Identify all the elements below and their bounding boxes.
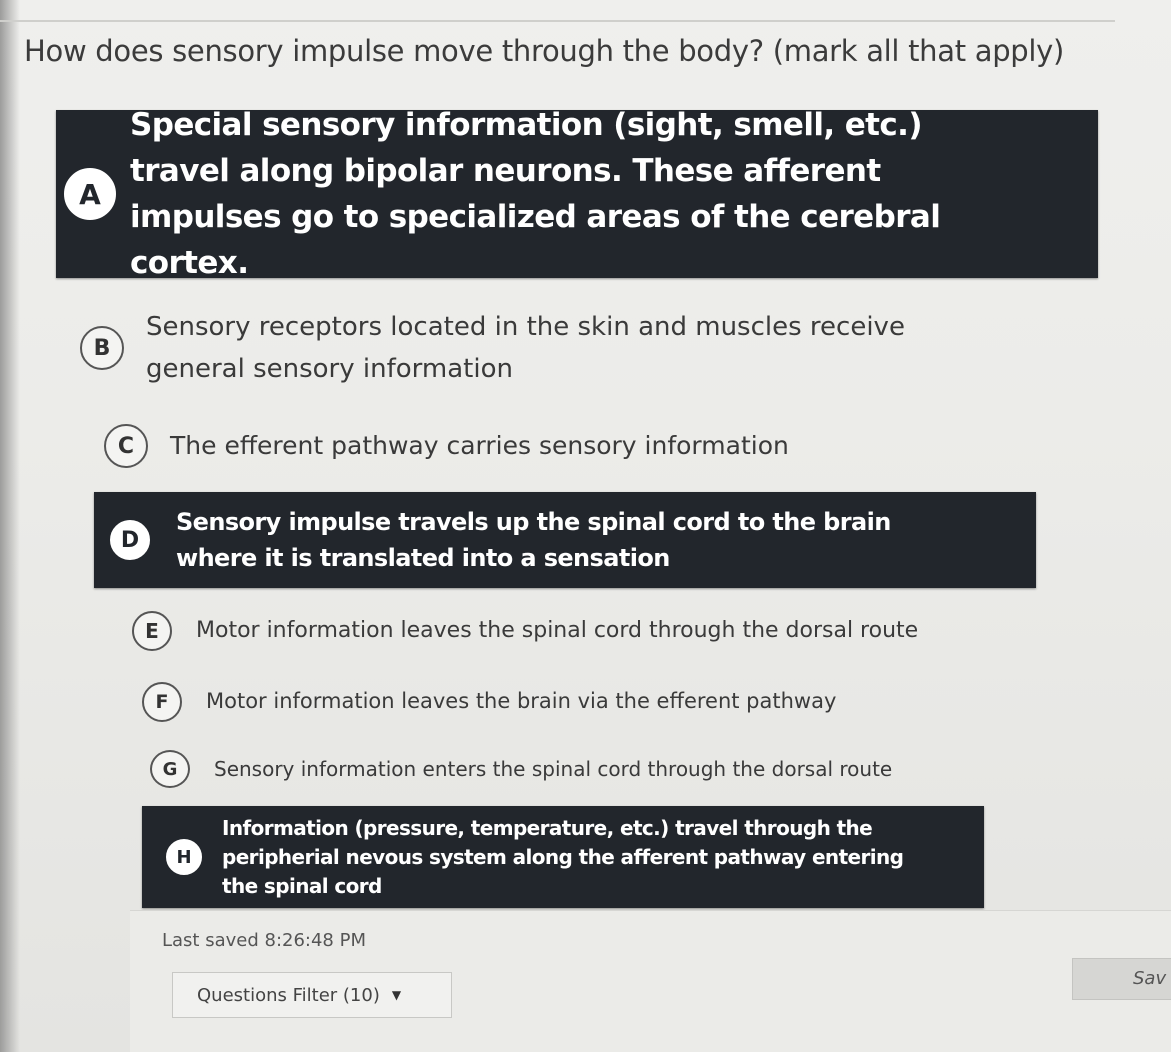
option-h[interactable]: H Information (pressure, temperature, et… bbox=[142, 806, 984, 908]
option-g-text: Sensory information enters the spinal co… bbox=[214, 756, 893, 781]
option-c[interactable]: C The efferent pathway carries sensory i… bbox=[104, 418, 1024, 474]
option-f-letter: F bbox=[142, 682, 182, 722]
option-c-letter: C bbox=[104, 424, 148, 468]
option-f-text: Motor information leaves the brain via t… bbox=[206, 689, 837, 714]
question-text: How does sensory impulse move through th… bbox=[24, 34, 1065, 68]
quiz-screen: How does sensory impulse move through th… bbox=[0, 0, 1171, 1052]
option-e-text: Motor information leaves the spinal cord… bbox=[196, 618, 919, 644]
option-b-letter: B bbox=[80, 326, 124, 370]
option-a[interactable]: A Special sensory information (sight, sm… bbox=[56, 107, 1098, 281]
option-g[interactable]: G Sensory information enters the spinal … bbox=[150, 746, 1000, 792]
option-e[interactable]: E Motor information leaves the spinal co… bbox=[132, 606, 1012, 656]
option-d-letter: D bbox=[110, 520, 150, 560]
questions-filter-label: Questions Filter (10) bbox=[197, 984, 380, 1006]
option-a-text: Special sensory information (sight, smel… bbox=[130, 107, 941, 281]
questions-filter-button[interactable]: Questions Filter (10) ▼ bbox=[172, 972, 452, 1018]
option-e-letter: E bbox=[132, 611, 172, 651]
option-b[interactable]: B Sensory receptors located in the skin … bbox=[80, 300, 1040, 396]
last-saved-text: Last saved 8:26:48 PM bbox=[162, 930, 366, 951]
caret-down-icon: ▼ bbox=[391, 988, 402, 1002]
save-button[interactable]: Sav bbox=[1072, 958, 1171, 1000]
option-c-text: The efferent pathway carries sensory inf… bbox=[170, 431, 789, 461]
option-b-text: Sensory receptors located in the skin an… bbox=[146, 312, 905, 384]
option-a-letter: A bbox=[64, 168, 116, 220]
monitor-bezel-left bbox=[0, 0, 20, 1052]
top-divider bbox=[0, 20, 1115, 22]
option-d[interactable]: D Sensory impulse travels up the spinal … bbox=[94, 492, 1036, 588]
option-h-text: Information (pressure, temperature, etc.… bbox=[222, 815, 904, 898]
option-g-letter: G bbox=[150, 750, 190, 788]
option-h-letter: H bbox=[166, 839, 202, 875]
option-f[interactable]: F Motor information leaves the brain via… bbox=[142, 678, 1002, 726]
option-d-text: Sensory impulse travels up the spinal co… bbox=[176, 508, 891, 572]
